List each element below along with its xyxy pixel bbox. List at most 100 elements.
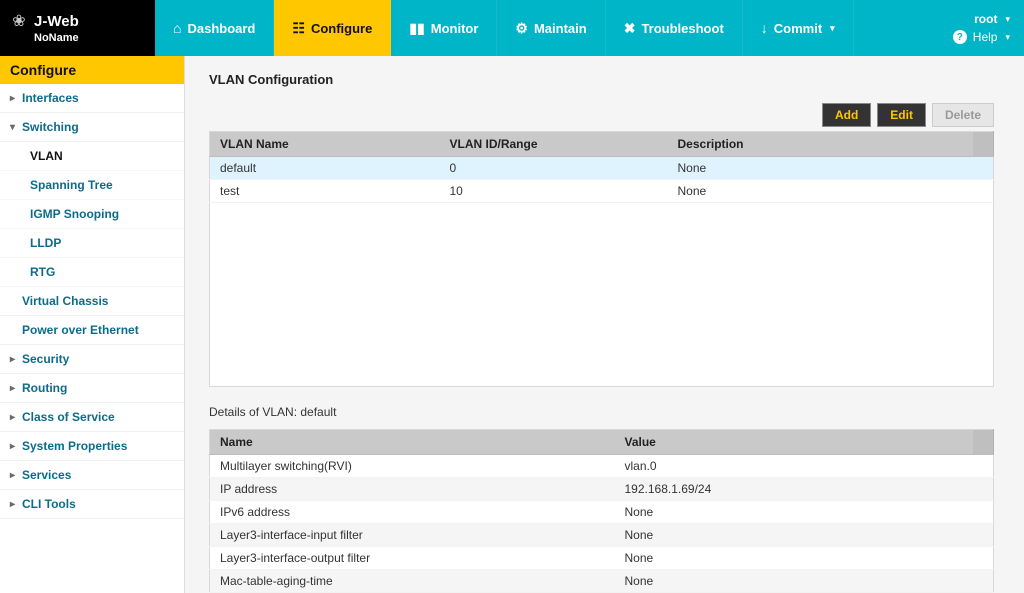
sidebar-item-label: Power over Ethernet (22, 323, 139, 337)
gear-icon: ⚙ (515, 20, 528, 37)
cell-detail-value: None (615, 547, 974, 570)
sidebar-item-label: Switching (22, 120, 79, 134)
table-row[interactable]: IPv6 addressNone (210, 501, 994, 524)
nav-label: Commit (774, 21, 822, 36)
nav-label: Maintain (534, 21, 587, 36)
sidebar-item-interfaces[interactable]: ▸ Interfaces (0, 84, 184, 113)
sidebar-item-services[interactable]: ▸ Services (0, 461, 184, 490)
table-row[interactable]: Multilayer switching(RVI)vlan.0 (210, 455, 994, 478)
chevron-right-icon: ▸ (10, 354, 18, 365)
topbar: ❀ J-Web NoName ⌂ Dashboard ☷ Configure ▮… (0, 0, 1024, 56)
details-title: Details of VLAN: default (209, 405, 994, 419)
sidebar-item-clitools[interactable]: ▸ CLI Tools (0, 490, 184, 519)
cell-detail-value: 192.168.1.69/24 (615, 478, 974, 501)
nav-label: Monitor (431, 21, 479, 36)
cell-pad (973, 455, 994, 478)
chevron-right-icon: ▸ (10, 412, 18, 423)
toolbar: Add Edit Delete (209, 103, 994, 127)
sidebar-sub-igmp-snooping[interactable]: IGMP Snooping (0, 200, 184, 229)
sidebar-header: Configure (0, 56, 184, 84)
help-menu[interactable]: ? Help ▾ (953, 30, 1010, 44)
cell-desc: None (668, 180, 974, 203)
table-row[interactable]: default 0 None (210, 157, 994, 180)
chevron-right-icon: ▸ (10, 470, 18, 481)
user-menu[interactable]: root ▾ (974, 12, 1010, 26)
add-button[interactable]: Add (822, 103, 871, 127)
vlan-table-empty-space (209, 203, 994, 387)
cell-name: default (210, 157, 440, 180)
table-row[interactable]: Mac-table-aging-timeNone (210, 570, 994, 593)
chevron-down-icon: ▾ (830, 23, 835, 34)
edit-button[interactable]: Edit (877, 103, 926, 127)
sidebar-item-label: Routing (22, 381, 67, 395)
cell-detail-name: IPv6 address (210, 501, 615, 524)
main-content: VLAN Configuration Add Edit Delete VLAN … (185, 56, 1024, 593)
col-vlan-id[interactable]: VLAN ID/Range (440, 132, 668, 157)
chevron-down-icon: ▾ (1005, 14, 1010, 25)
cell-pad (973, 478, 994, 501)
col-resize-icon[interactable] (973, 132, 994, 157)
nav-maintain[interactable]: ⚙ Maintain (497, 0, 605, 56)
table-row[interactable]: Layer3-interface-output filterNone (210, 547, 994, 570)
sidebar-item-label: Security (22, 352, 69, 366)
topright-block: root ▾ ? Help ▾ (953, 0, 1024, 56)
cell-detail-name: Layer3-interface-output filter (210, 547, 615, 570)
sidebar-item-virtual-chassis[interactable]: Virtual Chassis (0, 287, 184, 316)
chevron-right-icon: ▸ (10, 441, 18, 452)
sidebar-sub-lldp[interactable]: LLDP (0, 229, 184, 258)
cell-detail-name: Multilayer switching(RVI) (210, 455, 615, 478)
cell-pad (973, 501, 994, 524)
brand-name: J-Web (34, 13, 79, 30)
page-title: VLAN Configuration (209, 72, 994, 87)
sidebar-sub-vlan[interactable]: VLAN (0, 142, 184, 171)
sidebar-item-label: Interfaces (22, 91, 79, 105)
cell-pad (973, 547, 994, 570)
col-vlan-name[interactable]: VLAN Name (210, 132, 440, 157)
details-table-body: Multilayer switching(RVI)vlan.0IP addres… (210, 455, 994, 593)
col-detail-value[interactable]: Value (615, 430, 974, 455)
delete-button[interactable]: Delete (932, 103, 994, 127)
top-nav: ⌂ Dashboard ☷ Configure ▮▮ Monitor ⚙ Mai… (155, 0, 1024, 56)
table-row[interactable]: test 10 None (210, 180, 994, 203)
nav-dashboard[interactable]: ⌂ Dashboard (155, 0, 274, 56)
col-vlan-desc[interactable]: Description (668, 132, 974, 157)
chevron-right-icon: ▸ (10, 383, 18, 394)
help-label: Help (973, 30, 998, 44)
cell-detail-value: vlan.0 (615, 455, 974, 478)
brand-logo-icon: ❀ (10, 12, 28, 30)
col-detail-name[interactable]: Name (210, 430, 615, 455)
sidebar-sub-spanning-tree[interactable]: Spanning Tree (0, 171, 184, 200)
sidebar-item-cos[interactable]: ▸ Class of Service (0, 403, 184, 432)
nav-configure[interactable]: ☷ Configure (274, 0, 391, 56)
cell-detail-value: None (615, 570, 974, 593)
cell-detail-name: Layer3-interface-input filter (210, 524, 615, 547)
sidebar: Configure ▸ Interfaces ▾ Switching VLAN … (0, 56, 185, 593)
home-icon: ⌂ (173, 20, 181, 36)
sitemap-icon: ☷ (292, 20, 305, 37)
sidebar-item-switching[interactable]: ▾ Switching (0, 113, 184, 142)
cell-detail-value: None (615, 501, 974, 524)
cell-detail-name: Mac-table-aging-time (210, 570, 615, 593)
col-resize-icon[interactable] (973, 430, 994, 455)
sidebar-item-routing[interactable]: ▸ Routing (0, 374, 184, 403)
brand-subtitle: NoName (10, 32, 155, 44)
cell-desc: None (668, 157, 974, 180)
brand-block: ❀ J-Web NoName (0, 0, 155, 56)
sidebar-item-security[interactable]: ▸ Security (0, 345, 184, 374)
table-row[interactable]: IP address192.168.1.69/24 (210, 478, 994, 501)
cell-id: 0 (440, 157, 668, 180)
cell-pad (973, 157, 994, 180)
nav-monitor[interactable]: ▮▮ Monitor (391, 0, 497, 56)
download-icon: ↓ (761, 20, 768, 36)
table-row[interactable]: Layer3-interface-input filterNone (210, 524, 994, 547)
nav-label: Troubleshoot (641, 21, 723, 36)
sidebar-item-poe[interactable]: Power over Ethernet (0, 316, 184, 345)
sidebar-item-sysprops[interactable]: ▸ System Properties (0, 432, 184, 461)
nav-commit[interactable]: ↓ Commit ▾ (743, 0, 854, 56)
cell-pad (973, 180, 994, 203)
nav-troubleshoot[interactable]: ✖ Troubleshoot (606, 0, 743, 56)
chevron-down-icon: ▾ (1005, 32, 1010, 43)
cell-pad (973, 570, 994, 593)
layout: Configure ▸ Interfaces ▾ Switching VLAN … (0, 56, 1024, 593)
sidebar-sub-rtg[interactable]: RTG (0, 258, 184, 287)
